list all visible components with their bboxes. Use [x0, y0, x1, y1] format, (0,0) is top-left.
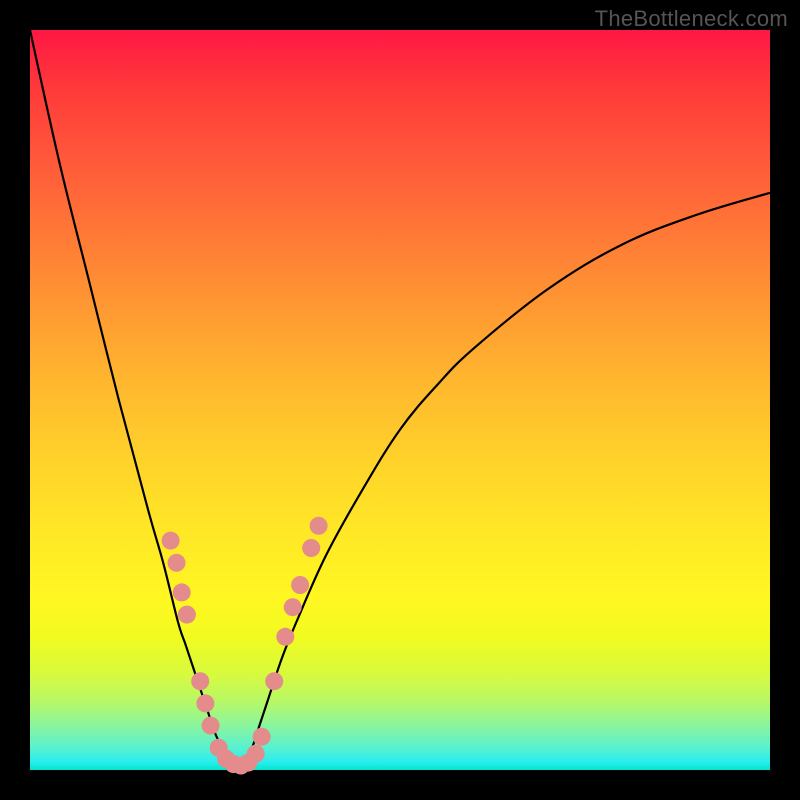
marker-dot [196, 694, 214, 712]
watermark-text: TheBottleneck.com [595, 6, 788, 32]
marker-dot [247, 745, 265, 763]
marker-dot [265, 672, 283, 690]
marker-dot [291, 576, 309, 594]
marker-dot [168, 554, 186, 572]
marker-dot [191, 672, 209, 690]
marker-dot [202, 717, 220, 735]
marker-dot [276, 628, 294, 646]
marker-dot [173, 583, 191, 601]
chart-svg [30, 30, 770, 770]
marker-dot [302, 539, 320, 557]
marker-dot [253, 728, 271, 746]
marker-dot [284, 598, 302, 616]
marker-dot [310, 517, 328, 535]
curve-left-branch [30, 30, 237, 770]
curve-right-branch [237, 193, 770, 770]
marker-dot [178, 606, 196, 624]
marker-dot [162, 532, 180, 550]
